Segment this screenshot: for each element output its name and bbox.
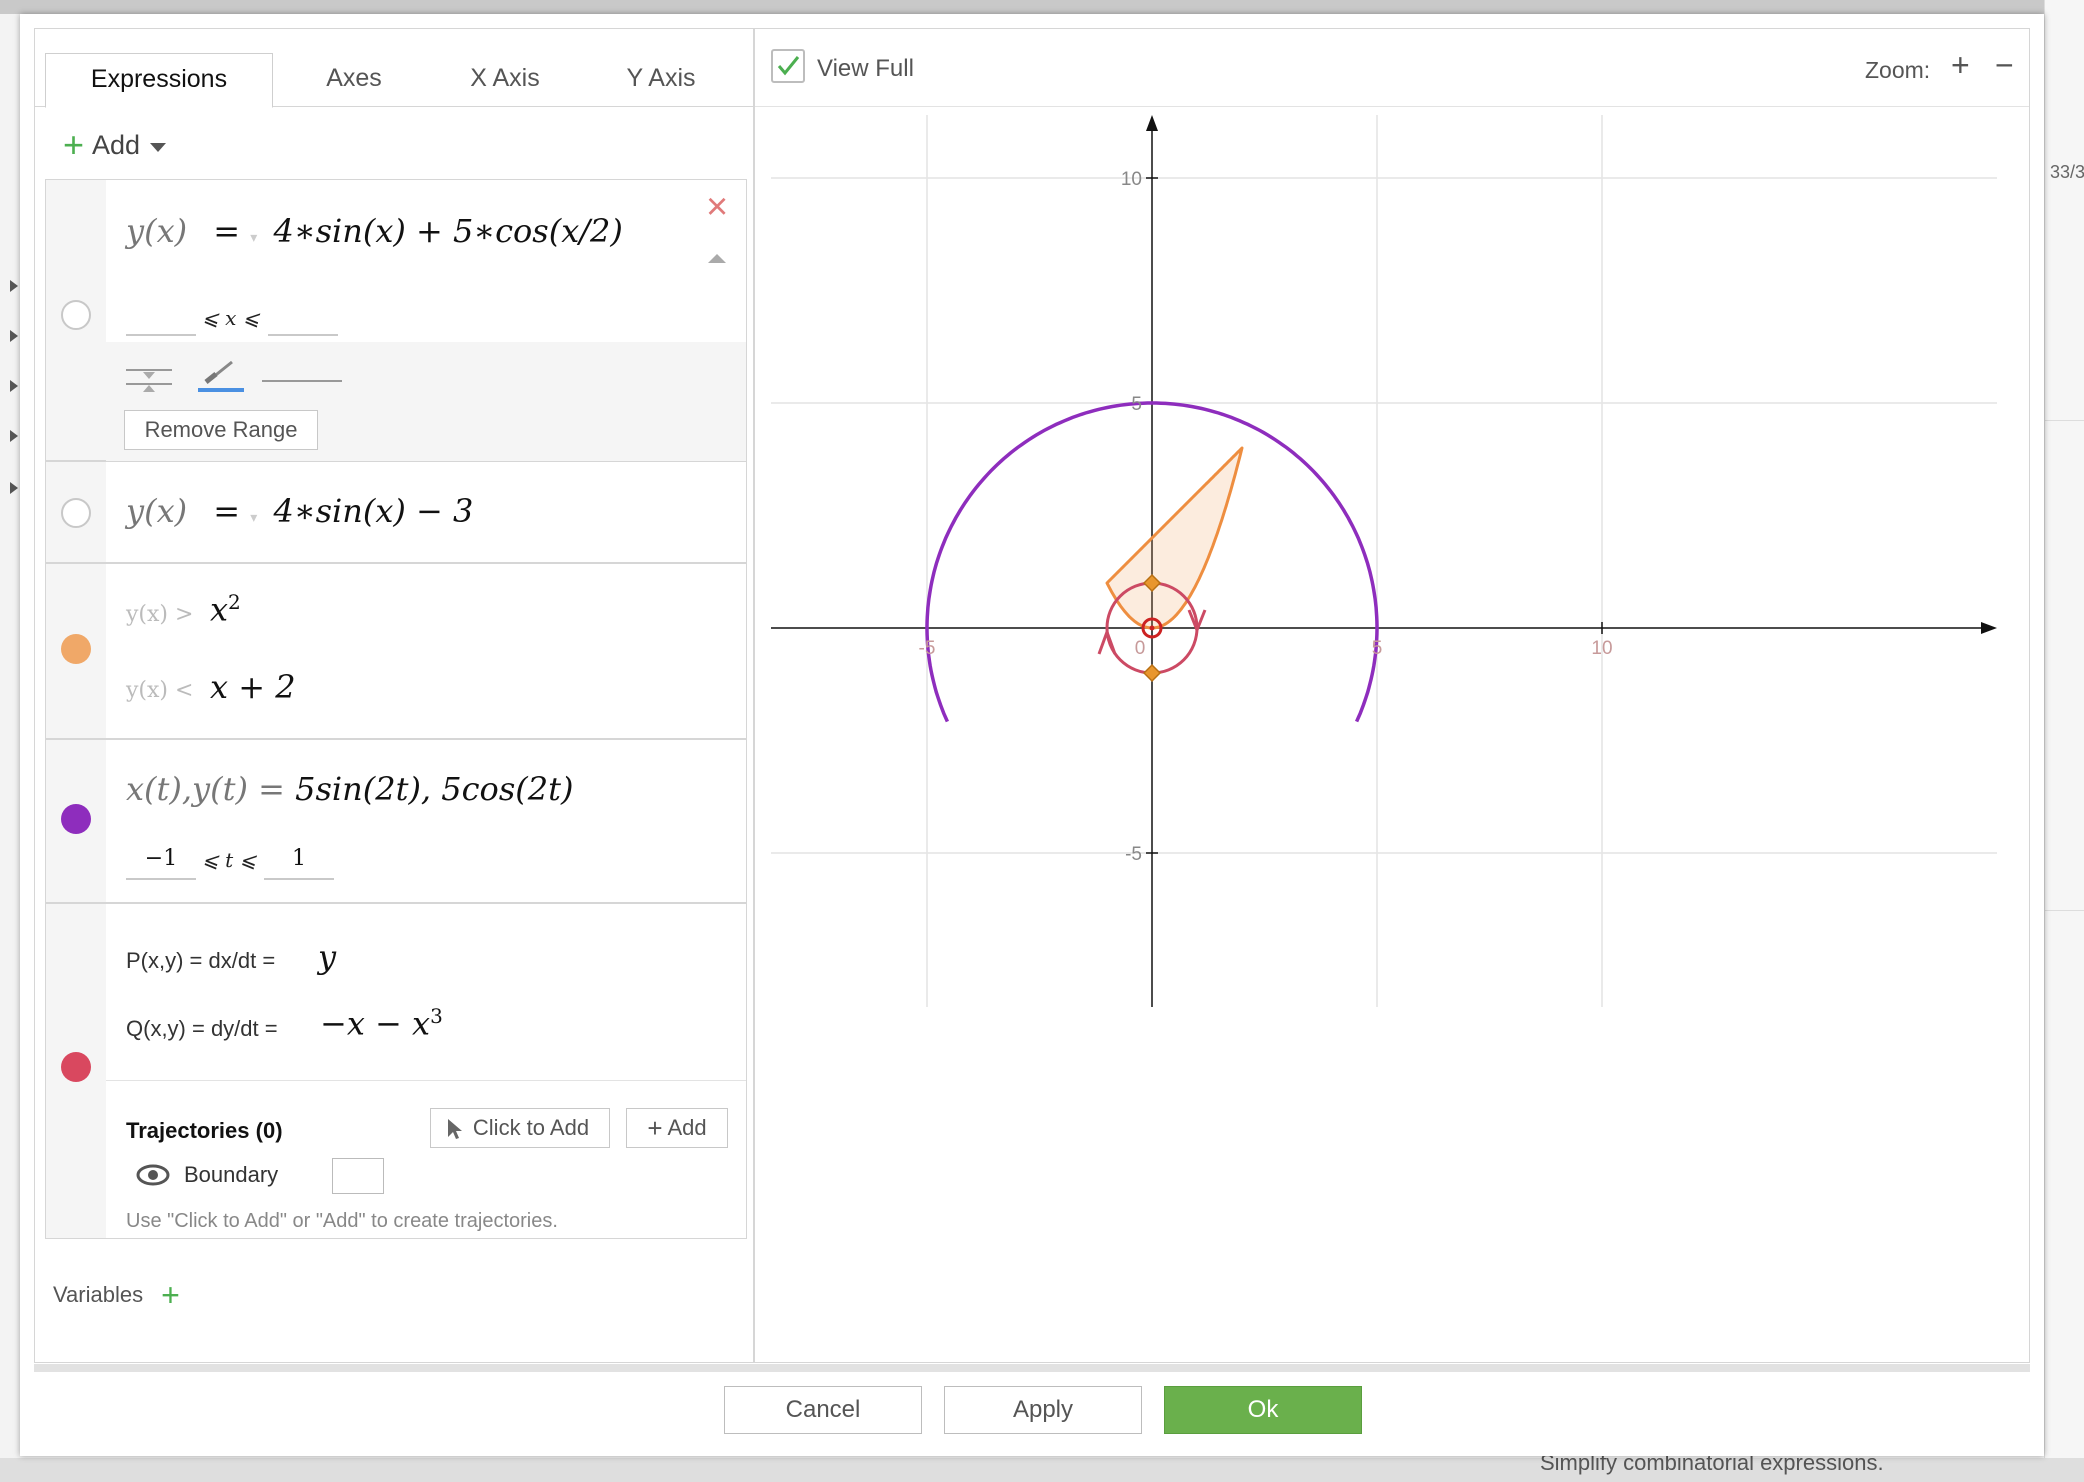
tab-axes[interactable]: Axes (289, 53, 419, 107)
color-dot-empty[interactable] (61, 300, 91, 330)
divider (106, 1080, 746, 1081)
x-tick-label: 0 (1135, 638, 1146, 659)
click-to-add-button[interactable]: Click to Add (430, 1108, 610, 1148)
expression-formula[interactable]: y(x) = ▾ 4∗sin(x) − 3 (126, 492, 473, 530)
background-page-counter: 33/3 (2050, 162, 2084, 182)
plus-icon: + (63, 124, 85, 165)
y-tick-label: 10 (1121, 169, 1142, 190)
add-label: Add (92, 129, 141, 160)
range-operator: ⩽ t ⩽ (202, 848, 257, 872)
cancel-button[interactable]: Cancel (724, 1386, 922, 1434)
background-header-band (0, 0, 2084, 14)
background-right-pane (2044, 0, 2084, 1482)
collapse-arrow-icon (10, 280, 18, 292)
tab-x-axis[interactable]: X Axis (435, 53, 575, 107)
color-dot-purple[interactable] (61, 804, 91, 834)
collapse-up-icon[interactable] (708, 254, 726, 263)
x-tick-label: 10 (1591, 638, 1612, 659)
p-equation-label: P(x,y) = dx/dt = (126, 948, 276, 973)
graph-toolbar: View Full Zoom: + − (755, 29, 2029, 107)
p-expression[interactable]: y (318, 938, 336, 976)
style-toolbar: Remove Range (106, 342, 746, 461)
collapse-arrow-icon (10, 482, 18, 494)
line-style-icon[interactable] (126, 362, 172, 392)
variables-label: Variables (53, 1282, 144, 1307)
view-full-checkbox[interactable] (771, 49, 805, 83)
color-dot-red[interactable] (61, 1052, 91, 1082)
y-tick-label: 5 (1131, 394, 1142, 415)
inequality-region (1105, 446, 1244, 630)
graph-panel: View Full Zoom: + − -5 0 5 10 10 5 -5 (754, 28, 2030, 1363)
add-variable-icon[interactable]: + (161, 1277, 180, 1313)
collapse-arrow-icon (10, 430, 18, 442)
plot-dialog: Expressions Axes X Axis Y Axis + Add y(x… (20, 14, 2044, 1456)
background-divider (2044, 420, 2084, 421)
cursor-icon (448, 1119, 462, 1139)
ok-button[interactable]: Ok (1164, 1386, 1362, 1434)
footer-divider (34, 1364, 2030, 1372)
background-divider (2044, 910, 2084, 911)
range-max-field[interactable] (264, 878, 334, 880)
range-max-value[interactable]: 1 (264, 846, 334, 871)
apply-button[interactable]: Apply (944, 1386, 1142, 1434)
plus-icon: + (647, 1113, 663, 1143)
expression-item-1: y(x) = ▾ 4∗sin(x) + 5∗cos(x/2) × ⩽ x ⩽ R… (45, 179, 747, 461)
tab-y-axis[interactable]: Y Axis (591, 53, 731, 107)
parametric-formula[interactable]: x(t),y(t) = 5sin(2t), 5cos(2t) (126, 770, 573, 808)
expression-item-2: y(x) = ▾ 4∗sin(x) − 3 (45, 461, 747, 563)
expression-item-5: P(x,y) = dx/dt = y Q(x,y) = dy/dt = −x −… (45, 903, 747, 1239)
y-axis-arrow (1146, 115, 1158, 131)
inequality-lower-expression[interactable]: x + 2 (210, 668, 296, 706)
control-handle (1142, 663, 1162, 683)
q-equation-label: Q(x,y) = dy/dt = (126, 1016, 278, 1041)
line-width-field[interactable] (262, 380, 342, 382)
direction-arrow (1097, 627, 1117, 655)
inequality-prefix: y(x) > (126, 602, 194, 627)
trajectories-label: Trajectories (0) (126, 1118, 283, 1143)
color-dot-empty[interactable] (61, 498, 91, 528)
add-expression-button[interactable]: + Add (63, 124, 167, 165)
zoom-out-button[interactable]: − (1995, 45, 2014, 85)
chevron-down-icon (150, 142, 167, 152)
expression-item-3: y(x) > x2 y(x) < x + 2 (45, 563, 747, 739)
zoom-label: Zoom: (1865, 57, 1931, 83)
tab-bar: Expressions Axes X Axis Y Axis (35, 29, 755, 108)
checkmark-icon (777, 56, 800, 76)
collapse-arrow-icon (10, 330, 18, 342)
x-axis-arrow (1981, 622, 1997, 634)
expression-item-4: x(t),y(t) = 5sin(2t), 5cos(2t) −1 ⩽ t ⩽ … (45, 739, 747, 903)
tab-expressions[interactable]: Expressions (45, 53, 273, 108)
paint-brush-icon[interactable] (198, 356, 244, 392)
inequality-prefix: y(x) < (126, 678, 194, 703)
range-operator: ⩽ x ⩽ (202, 306, 260, 330)
x-tick-label: -5 (919, 638, 936, 659)
expression-formula[interactable]: y(x) = ▾ 4∗sin(x) + 5∗cos(x/2) (126, 212, 623, 250)
variables-row: Variables + (53, 1277, 188, 1313)
range-min-field[interactable] (126, 334, 196, 336)
zoom-in-button[interactable]: + (1951, 45, 1970, 85)
y-tick-label: -5 (1125, 844, 1142, 865)
view-full-label: View Full (817, 55, 914, 82)
q-expression[interactable]: −x − x3 (320, 1004, 443, 1043)
equilibrium-center (1149, 625, 1155, 631)
inequality-upper-expression[interactable]: x2 (210, 590, 241, 629)
remove-range-button[interactable]: Remove Range (124, 410, 318, 450)
x-tick-label: 5 (1372, 638, 1383, 659)
add-trajectory-button[interactable]: + Add (626, 1108, 728, 1148)
tick-labels: -5 0 5 10 10 5 -5 (919, 169, 1613, 865)
color-dot-orange[interactable] (61, 634, 91, 664)
grid-lines (771, 115, 1997, 1007)
close-icon[interactable]: × (706, 188, 728, 226)
trajectories-hint: Use "Click to Add" or "Add" to create tr… (126, 1210, 558, 1232)
graph-canvas[interactable]: -5 0 5 10 10 5 -5 (755, 107, 2029, 1363)
boundary-label: Boundary (184, 1162, 279, 1187)
eye-icon[interactable] (136, 1164, 170, 1186)
expressions-panel: Expressions Axes X Axis Y Axis + Add y(x… (34, 28, 755, 1363)
range-min-value[interactable]: −1 (126, 846, 196, 871)
range-min-field[interactable] (126, 878, 196, 880)
boundary-color-swatch[interactable] (332, 1158, 384, 1194)
axes (771, 115, 1997, 1007)
range-max-field[interactable] (268, 334, 338, 336)
collapse-arrow-icon (10, 380, 18, 392)
